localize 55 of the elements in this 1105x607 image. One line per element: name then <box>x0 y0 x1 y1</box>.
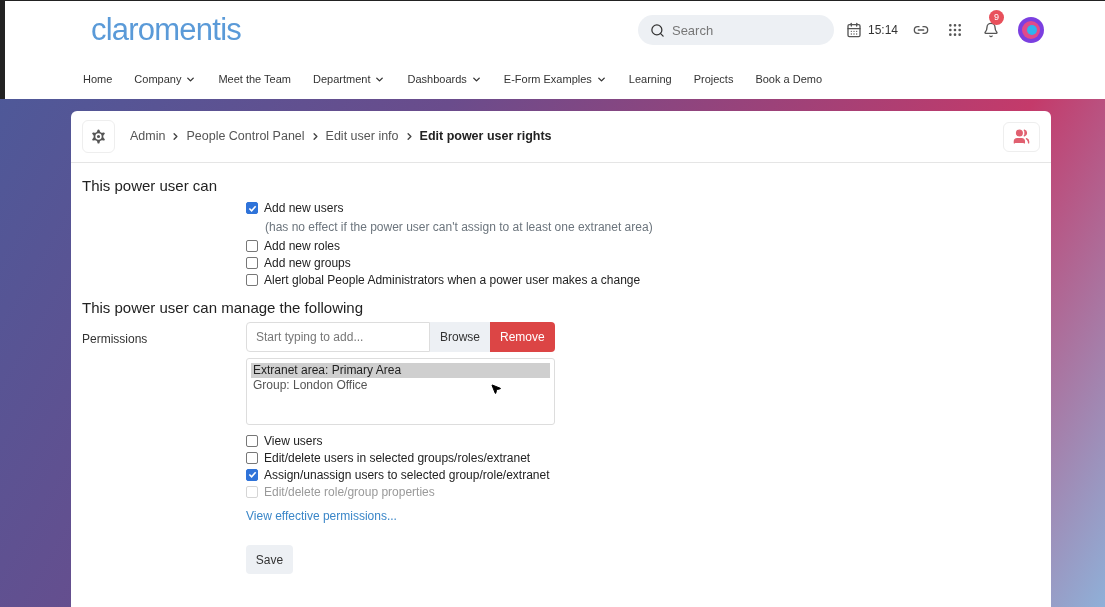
breadcrumb-item[interactable]: People Control Panel <box>186 127 305 146</box>
breadcrumb-item[interactable]: Edit user info <box>325 127 399 146</box>
search-field[interactable]: Search <box>637 15 834 45</box>
section-heading: This power user can manage the following <box>82 297 364 318</box>
remove-button[interactable]: Remove <box>490 322 555 352</box>
nav-link[interactable]: Learning <box>628 70 672 88</box>
checkbox-label: Edit/delete role/group properties <box>264 483 435 501</box>
users-button[interactable] <box>1003 121 1040 152</box>
users-icon <box>1013 128 1030 145</box>
nav-link[interactable]: Dashboards <box>407 70 482 88</box>
settings-button[interactable] <box>82 120 115 153</box>
checkbox-label: Edit/delete users in selected groups/roles/extranet <box>264 449 531 467</box>
checkbox-label: Add new users <box>264 200 344 217</box>
nav-link[interactable]: Meet the Team <box>218 70 291 88</box>
list-option[interactable]: Extranet area: Primary Area <box>251 363 550 378</box>
browse-button[interactable]: Browse <box>430 322 490 352</box>
checkbox[interactable] <box>246 202 258 214</box>
breadcrumb-item[interactable]: Admin <box>130 127 166 146</box>
breadcrumb-item: Edit power user rights <box>419 128 552 146</box>
section-heading: This power user can <box>82 176 219 196</box>
checkbox[interactable] <box>246 274 258 286</box>
permissions-listbox[interactable]: Extranet area: Primary Area Group: London Office <box>246 358 555 425</box>
check-icon <box>247 470 257 479</box>
checkbox-label: Add new groups <box>264 255 351 272</box>
list-option[interactable]: Group: London Office <box>251 378 550 393</box>
save-button[interactable]: Save <box>246 545 293 574</box>
search-icon <box>649 23 665 38</box>
nav-link[interactable]: Projects <box>693 70 734 88</box>
calendar-icon[interactable] <box>845 22 862 38</box>
settings-icon <box>89 127 108 146</box>
checkbox-label: Add new roles <box>264 238 341 255</box>
nav-link[interactable]: Company <box>134 70 197 88</box>
checkbox[interactable] <box>246 451 258 464</box>
checkbox[interactable] <box>246 434 258 447</box>
field-label: Permissions <box>82 331 149 348</box>
checkbox[interactable] <box>246 468 258 481</box>
permission-input[interactable]: Start typing to add... <box>246 322 430 352</box>
checkbox-label: Alert global People Administrators when a power user makes a change <box>264 272 641 289</box>
bell-icon[interactable] <box>983 22 999 38</box>
checkbox[interactable] <box>246 240 258 252</box>
checkbox-label: View users <box>264 432 323 450</box>
nav-link[interactable]: Book a Demo <box>755 70 823 88</box>
notification-badge: 9 <box>989 10 1004 25</box>
check-icon <box>247 203 257 213</box>
nav-link[interactable]: Home <box>83 70 113 88</box>
apps-grid-icon[interactable] <box>947 22 963 38</box>
permissions-link[interactable]: View effective permissions... <box>246 507 555 525</box>
mouse-cursor-icon <box>490 383 502 395</box>
hint-text: (has no effect if the power user can't assign to at least one extranet area) <box>264 218 654 236</box>
checkbox[interactable] <box>246 257 258 269</box>
user-avatar[interactable] <box>1017 16 1045 44</box>
checkbox-label: Assign/unassign users to selected group/role/extranet <box>264 466 550 484</box>
nav-link[interactable]: Department <box>313 70 386 88</box>
clock-time: 15:14 <box>867 22 898 39</box>
nav-link[interactable]: E-Form Examples <box>503 70 607 88</box>
